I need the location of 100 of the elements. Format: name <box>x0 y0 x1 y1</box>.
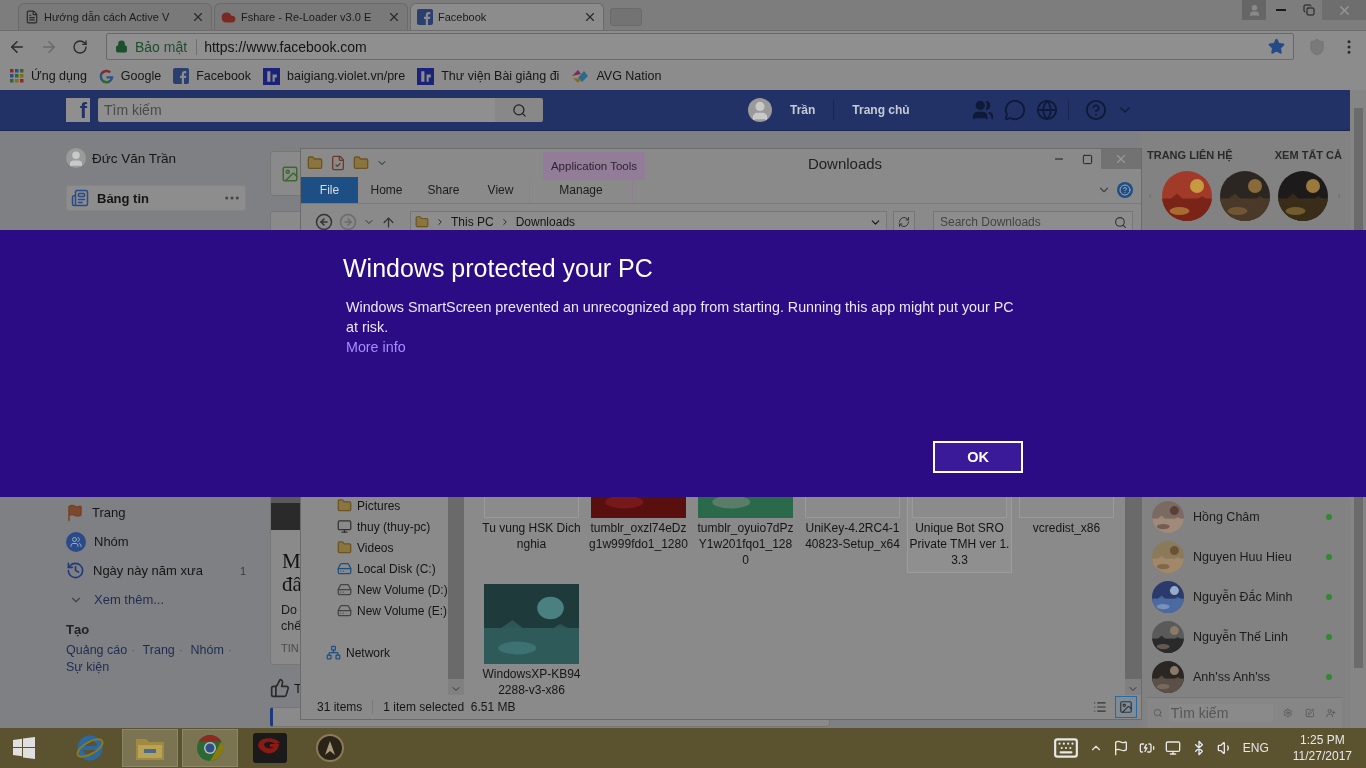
new-folder-icon[interactable] <box>353 155 369 171</box>
language-indicator[interactable]: ENG <box>1242 741 1269 755</box>
file-name: WindowsXP-KB942288-v3-x86 <box>481 666 582 695</box>
contact-item[interactable]: Hồng Châm <box>1147 497 1342 537</box>
bookmark-item[interactable]: Google <box>98 68 162 84</box>
add-people-icon[interactable] <box>1326 706 1336 720</box>
more-info-link[interactable]: More info <box>346 337 406 357</box>
globe-icon[interactable] <box>1035 99 1058 121</box>
person-icon <box>1247 3 1261 17</box>
help-icon[interactable] <box>1084 99 1107 121</box>
file-name: vcredist_x86 <box>1031 520 1102 536</box>
search-field[interactable]: Tìm kiếm <box>98 98 495 122</box>
forward-icon[interactable] <box>339 213 357 231</box>
home-link[interactable]: Trang chủ <box>844 103 918 117</box>
facebook-logo[interactable]: f <box>66 98 90 122</box>
nav-item[interactable]: New Volume (D:) <box>301 579 448 600</box>
bookmark-item[interactable]: baigiang.violet.vn/pre <box>263 67 406 85</box>
minimize-icon <box>1276 9 1286 11</box>
network-icon[interactable] <box>1164 740 1181 756</box>
menu-item[interactable]: Nhóm <box>66 527 246 556</box>
nav-item[interactable]: Local Disk (C:) <box>301 558 448 579</box>
refresh-button[interactable] <box>893 211 915 233</box>
flag-icon[interactable] <box>1112 740 1129 756</box>
network-icon <box>326 645 341 660</box>
site-icon <box>417 67 435 85</box>
separator-dot: · <box>227 643 232 657</box>
settings-icon[interactable] <box>1282 706 1293 720</box>
folder-icon <box>337 498 352 513</box>
nav-item[interactable]: Pictures <box>301 495 448 516</box>
nav-item[interactable]: New Volume (E:) <box>301 600 448 621</box>
folder-icon[interactable] <box>307 155 323 171</box>
restore-icon <box>1303 4 1315 16</box>
file-item[interactable]: WindowsXP-KB942288-v3-x86 <box>479 583 584 695</box>
bookmark-item[interactable]: Thư viện Bài giảng đi <box>417 67 560 85</box>
time-label[interactable]: 1:25 PM <box>1300 732 1345 748</box>
taskbar-app[interactable] <box>122 729 178 767</box>
ribbon-tab[interactable]: View <box>472 177 529 203</box>
nav-item[interactable]: thuy (thuy-pc) <box>301 516 448 537</box>
contact-item[interactable]: Anh'ss Anh'ss <box>1147 657 1342 697</box>
count-label: 1 <box>239 564 246 577</box>
post-title[interactable]: M <box>282 550 301 573</box>
contact-item[interactable]: Nguyen Huu Hieu <box>1147 537 1342 577</box>
menu-item[interactable]: Trang <box>66 498 246 527</box>
icons-view-button[interactable] <box>1115 696 1137 718</box>
menu-item[interactable]: Ngày này năm xưa 1 <box>66 556 246 585</box>
context-tab-header: Application Tools <box>543 152 645 180</box>
search-button[interactable] <box>495 98 543 122</box>
create-link[interactable]: Quảng cáo <box>66 643 128 657</box>
contact-item[interactable]: Nguyễn Thế Linh <box>1147 617 1342 657</box>
profile-name[interactable]: Đức Văn Trần <box>92 150 177 166</box>
ribbon-tab[interactable]: File <box>301 177 358 203</box>
list-icon <box>1093 700 1107 714</box>
taskbar-app[interactable] <box>182 729 238 767</box>
close-icon[interactable] <box>387 10 401 24</box>
menu-item[interactable]: Bảng tin <box>66 185 246 211</box>
star-icon[interactable] <box>1268 38 1285 55</box>
ok-button[interactable]: OK <box>933 441 1023 473</box>
drive-icon <box>337 603 352 618</box>
post-source: TIN <box>281 642 299 654</box>
bookmark-item[interactable]: Ứng dụng <box>10 69 87 83</box>
photo-icon[interactable] <box>281 164 299 183</box>
nav-item[interactable]: Videos <box>301 537 448 558</box>
power-icon[interactable] <box>1138 740 1155 756</box>
messenger-icon[interactable] <box>1003 99 1026 121</box>
create-link[interactable]: Sự kiện <box>66 660 110 674</box>
up-icon[interactable] <box>381 214 396 230</box>
nav-item[interactable]: Network <box>301 642 448 663</box>
like-icon[interactable] <box>270 678 290 698</box>
browser-tab[interactable]: Facebook <box>410 3 604 30</box>
windows-logo-icon <box>13 737 35 759</box>
bookmark-item[interactable]: AVG Nation <box>571 68 662 84</box>
browser-tab[interactable]: Hướng dẫn cách Active V <box>18 3 212 30</box>
reload-icon[interactable] <box>72 38 88 55</box>
bookmark-item[interactable]: Facebook <box>173 68 252 84</box>
back-icon[interactable] <box>315 213 333 231</box>
profile-link[interactable]: Trần <box>782 103 824 117</box>
create-link[interactable]: Nhóm <box>190 643 224 657</box>
see-all-link[interactable]: XEM TẤT CẢ <box>1274 149 1342 161</box>
history-icon <box>66 561 85 580</box>
close-icon[interactable] <box>191 10 205 24</box>
path-field[interactable]: This PC Downloads <box>410 211 887 233</box>
friends-icon[interactable] <box>971 99 994 121</box>
path-segment[interactable]: Downloads <box>515 215 576 229</box>
create-link[interactable]: Trang <box>142 643 175 657</box>
address-field[interactable]: Bảo mật https://www.facebook.com <box>106 33 1294 60</box>
path-segment[interactable]: This PC <box>451 215 494 229</box>
date-label[interactable]: 11/27/2017 <box>1292 748 1352 764</box>
compose-icon[interactable] <box>1304 706 1315 720</box>
close-icon[interactable] <box>583 10 597 24</box>
see-more-link[interactable]: Xem thêm... <box>66 585 246 614</box>
post-title[interactable]: đâ <box>282 573 302 596</box>
ribbon-tab[interactable]: Home <box>358 177 415 203</box>
ribbon-tab[interactable]: Share <box>415 177 472 203</box>
close-button[interactable] <box>1322 0 1366 20</box>
keyboard-icon[interactable] <box>1052 735 1079 761</box>
help-button[interactable] <box>1117 182 1133 198</box>
contact-item[interactable]: Nguyễn Đắc Minh <box>1147 577 1342 617</box>
properties-icon[interactable] <box>330 155 346 171</box>
browser-tab[interactable]: Fshare - Re-Loader v3.0 E <box>214 3 408 30</box>
ribbon-tab[interactable]: Manage <box>529 177 633 203</box>
